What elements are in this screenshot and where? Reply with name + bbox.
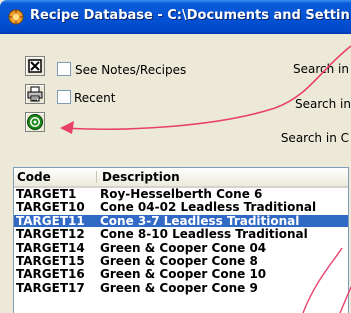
see-notes-label: See Notes/Recipes bbox=[75, 63, 187, 77]
column-separator[interactable] bbox=[96, 171, 97, 183]
window-title: Recipe Database - C:\Documents and Setti… bbox=[30, 8, 350, 23]
cell-description: Cone 04-02 Leadless Traditional bbox=[100, 200, 317, 215]
print-button[interactable] bbox=[25, 84, 45, 104]
cell-description: Green & Cooper Cone 10 bbox=[100, 267, 267, 282]
search-label-2: Search in bbox=[295, 97, 351, 111]
cell-code: TARGET12 bbox=[16, 227, 85, 242]
column-header-description[interactable]: Description bbox=[102, 170, 180, 184]
column-header-code[interactable]: Code bbox=[17, 170, 51, 184]
cell-description: Green & Cooper Cone 9 bbox=[100, 280, 258, 295]
printer-icon bbox=[27, 86, 43, 102]
cell-description: Green & Cooper Cone 04 bbox=[100, 240, 267, 255]
search-label-3: Search in C bbox=[280, 131, 349, 145]
cell-description: Cone 8-10 Leadless Traditional bbox=[100, 227, 308, 242]
close-button[interactable] bbox=[25, 56, 45, 76]
cell-code: TARGET17 bbox=[16, 280, 85, 295]
table-row[interactable]: TARGET16 Green & Cooper Cone 10 bbox=[14, 268, 348, 280]
title-bar[interactable]: Recipe Database - C:\Documents and Setti… bbox=[0, 0, 351, 34]
search-label-1: Search in bbox=[293, 62, 349, 76]
table-header: Code Description bbox=[14, 168, 348, 188]
table-row[interactable]: TARGET11 Cone 3-7 Leadless Traditional bbox=[14, 213, 348, 228]
table-row[interactable]: TARGET17 Green & Cooper Cone 9 bbox=[14, 282, 348, 294]
recipe-database-window: Recipe Database - C:\Documents and Setti… bbox=[0, 0, 351, 313]
cell-description: Green & Cooper Cone 8 bbox=[100, 254, 258, 268]
table-row[interactable]: TARGET14 Green & Cooper Cone 04 bbox=[14, 242, 348, 254]
table-row[interactable]: TARGET10 Cone 04-02 Leadless Traditional bbox=[14, 201, 348, 213]
cell-description: Cone 3-7 Leadless Traditional bbox=[100, 213, 300, 228]
see-notes-checkbox[interactable] bbox=[57, 62, 71, 76]
target-button[interactable] bbox=[25, 112, 45, 132]
app-icon bbox=[8, 9, 24, 25]
cell-description: Roy-Hesselberth Cone 6 bbox=[100, 187, 263, 201]
cell-code: TARGET10 bbox=[16, 200, 85, 215]
recipe-table[interactable]: Code Description TARGET1 Roy-Hesselberth … bbox=[13, 167, 349, 313]
close-x-icon bbox=[28, 59, 42, 73]
target-icon bbox=[27, 114, 43, 130]
table-row[interactable]: TARGET15 Green & Cooper Cone 8 bbox=[14, 255, 348, 267]
cell-code: TARGET11 bbox=[16, 213, 85, 228]
cell-code: TARGET14 bbox=[16, 240, 85, 255]
recent-checkbox[interactable] bbox=[57, 90, 71, 104]
cell-code: TARGET15 bbox=[16, 254, 85, 268]
recent-label: Recent bbox=[74, 91, 116, 105]
cell-code: TARGET1 bbox=[16, 187, 77, 201]
table-row[interactable]: TARGET1 Roy-Hesselberth Cone 6 bbox=[14, 188, 348, 200]
table-row[interactable]: TARGET12 Cone 8-10 Leadless Traditional bbox=[14, 228, 348, 240]
cell-code: TARGET16 bbox=[16, 267, 85, 282]
